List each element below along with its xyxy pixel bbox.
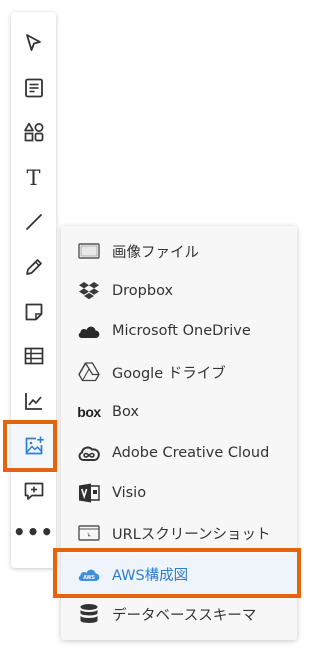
image-tool-button[interactable] xyxy=(11,424,56,468)
database-icon xyxy=(77,603,101,625)
aws-cloud-icon: AWS xyxy=(77,563,101,585)
pointer-arrow-icon xyxy=(25,34,41,51)
note-card-icon xyxy=(24,78,43,98)
shapes-tool-button[interactable] xyxy=(11,110,56,154)
more-icon: ••• xyxy=(12,520,55,544)
menu-item-dropbox[interactable]: Dropbox xyxy=(61,272,297,310)
onedrive-cloud-icon xyxy=(77,320,101,342)
menu-item-visio[interactable]: Visio xyxy=(61,474,297,512)
menu-item-adobe-creative-cloud[interactable]: Adobe Creative Cloud xyxy=(61,434,297,472)
image-plus-icon xyxy=(25,436,44,455)
left-toolbar: T ••• xyxy=(11,12,56,568)
text-tool-icon: T xyxy=(26,165,41,190)
box-logo-icon: box xyxy=(77,404,101,420)
table-tool-button[interactable] xyxy=(11,334,56,378)
sticky-note-icon xyxy=(25,303,42,321)
image-file-icon xyxy=(77,240,101,262)
pencil-tool-button[interactable] xyxy=(11,245,56,289)
pencil-icon xyxy=(25,259,42,275)
comment-add-icon xyxy=(24,482,43,500)
menu-item-box[interactable]: box Box xyxy=(61,393,297,431)
menu-item-google-drive[interactable]: Google ドライブ xyxy=(61,353,297,391)
table-icon xyxy=(24,347,43,365)
google-drive-icon xyxy=(77,361,101,383)
menu-item-url-screenshot[interactable]: URLスクリーンショット xyxy=(61,514,297,552)
image-source-menu: 画像ファイル Dropbox Microsoft OneDrive Google… xyxy=(61,226,297,640)
dropbox-icon xyxy=(77,280,101,302)
menu-item-database-schema[interactable]: データベーススキーマ xyxy=(61,595,297,633)
menu-item-onedrive[interactable]: Microsoft OneDrive xyxy=(61,312,297,350)
more-tools-button[interactable]: ••• xyxy=(11,514,56,558)
visio-icon xyxy=(77,482,101,504)
chart-tool-button[interactable] xyxy=(11,379,56,423)
select-tool-button[interactable] xyxy=(11,21,56,65)
line-tool-icon xyxy=(25,214,42,230)
aws-logo-text: AWS xyxy=(83,575,95,581)
card-tool-button[interactable] xyxy=(11,66,56,110)
sticky-note-tool-button[interactable] xyxy=(11,290,56,334)
shapes-icon xyxy=(23,122,43,142)
line-tool-button[interactable] xyxy=(11,200,56,244)
adobe-creative-cloud-icon xyxy=(77,442,101,464)
comment-tool-button[interactable] xyxy=(11,469,56,513)
text-tool-button[interactable]: T xyxy=(11,156,56,200)
chart-icon xyxy=(24,393,42,410)
url-screenshot-icon xyxy=(77,522,101,544)
menu-item-image-file[interactable]: 画像ファイル xyxy=(61,232,297,270)
menu-item-aws-diagram[interactable]: AWS AWS構成図 xyxy=(61,555,297,593)
